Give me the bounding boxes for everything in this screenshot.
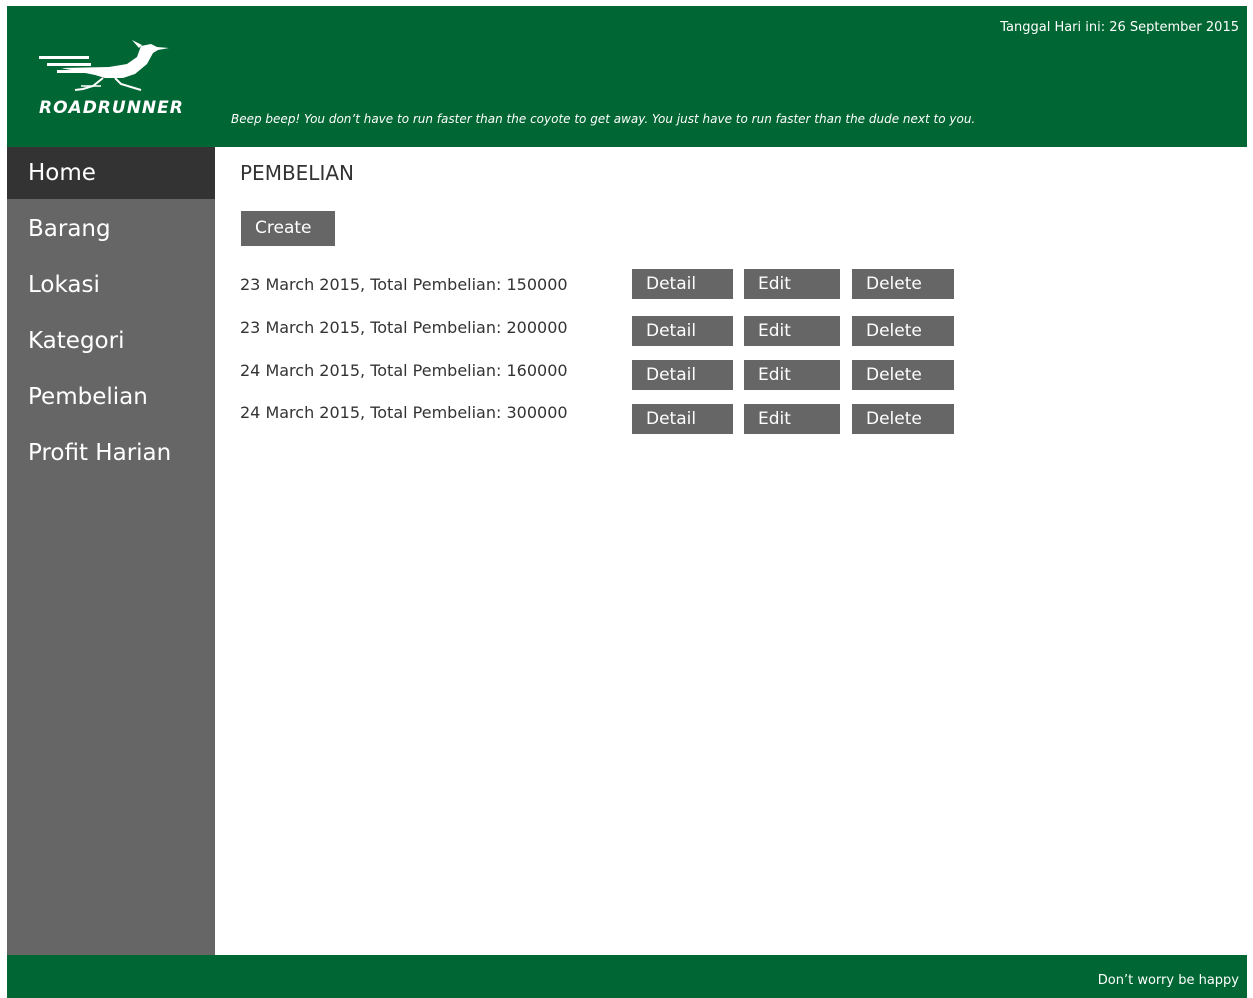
logo-text: ROADRUNNER [39,98,184,118]
logo[interactable]: ROADRUNNER [31,34,201,130]
edit-button[interactable]: Edit [744,269,840,299]
purchase-row-text: 24 March 2015, Total Pembelian: 160000 [240,361,568,380]
purchase-row-text: 23 March 2015, Total Pembelian: 150000 [240,275,568,294]
detail-button[interactable]: Detail [632,360,733,390]
detail-button[interactable]: Detail [632,316,733,346]
main-content: PEMBELIAN Create 23 March 2015, Total Pe… [215,147,1247,955]
app-frame: ROADRUNNER Beep beep! You don’t have to … [7,6,1247,998]
sidebar-item-pembelian[interactable]: Pembelian [7,371,215,423]
date-today: Tanggal Hari ini: 26 September 2015 [1000,20,1239,35]
sidebar-item-lokasi[interactable]: Lokasi [7,259,215,311]
sidebar-item-kategori[interactable]: Kategori [7,315,215,367]
sidebar-item-profit-harian[interactable]: Profit Harian [7,427,215,479]
edit-button[interactable]: Edit [744,360,840,390]
edit-button[interactable]: Edit [744,316,840,346]
create-button[interactable]: Create [241,211,335,246]
detail-button[interactable]: Detail [632,404,733,434]
page-title: PEMBELIAN [240,161,354,185]
footer: Don’t worry be happy [7,955,1247,998]
sidebar: Home Barang Lokasi Kategori Pembelian Pr… [7,147,215,955]
delete-button[interactable]: Delete [852,269,954,299]
tagline: Beep beep! You don’t have to run faster … [231,112,976,126]
purchase-row-text: 23 March 2015, Total Pembelian: 200000 [240,318,568,337]
header: ROADRUNNER Beep beep! You don’t have to … [7,6,1247,147]
delete-button[interactable]: Delete [852,316,954,346]
roadrunner-bird-icon [39,40,169,91]
delete-button[interactable]: Delete [852,360,954,390]
purchase-row-text: 24 March 2015, Total Pembelian: 300000 [240,403,568,422]
detail-button[interactable]: Detail [632,269,733,299]
sidebar-item-barang[interactable]: Barang [7,203,215,255]
edit-button[interactable]: Edit [744,404,840,434]
sidebar-item-home[interactable]: Home [7,147,215,199]
footer-text: Don’t worry be happy [1097,973,1239,988]
delete-button[interactable]: Delete [852,404,954,434]
